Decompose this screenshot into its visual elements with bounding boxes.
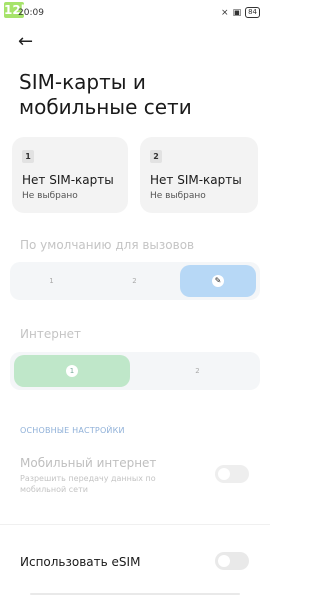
sim-name: Нет SIM-карты — [22, 173, 114, 187]
internet-option-sim1: 1 — [66, 365, 78, 377]
status-icons: ⨯ ▣ 84 — [221, 7, 260, 18]
sim-card-2[interactable]: 2 Нет SIM-карты Не выбрано — [140, 137, 258, 213]
sim-slot-number: 2 — [150, 150, 162, 163]
mobile-internet-subtitle: Разрешить передачу данных по мобильной с… — [20, 474, 156, 494]
toggle-knob — [218, 555, 230, 567]
internet-selector: 1 2 — [10, 352, 260, 390]
section-basic-settings: ОСНОВНЫЕ НАСТРОЙКИ — [20, 426, 125, 435]
signal-muted-icon: ⨯ — [221, 7, 229, 18]
esim-toggle[interactable] — [215, 552, 249, 570]
calls-option-selected[interactable]: ✎ — [180, 265, 256, 297]
calls-default-selector: 1 2 ✎ — [10, 262, 260, 300]
toggle-knob — [218, 468, 230, 480]
divider — [0, 524, 270, 525]
mobile-internet-toggle[interactable] — [215, 465, 249, 483]
internet-option-sim2[interactable]: 2 — [135, 352, 260, 390]
sim-icon: ▣ — [232, 7, 242, 18]
sim-card-1[interactable]: 1 Нет SIM-карты Не выбрано — [12, 137, 128, 213]
internet-label: Интернет — [20, 327, 82, 341]
arrow-left-icon: ← — [18, 31, 34, 52]
internet-option-selected[interactable]: 1 — [14, 355, 130, 387]
calls-option-sim1[interactable]: 1 — [10, 262, 93, 300]
sim-status: Не выбрано — [22, 191, 78, 201]
mobile-internet-title: Мобильный интернет — [20, 456, 157, 470]
esim-label: Использовать eSIM — [20, 555, 141, 569]
sim-status: Не выбрано — [150, 191, 206, 201]
sim-slot-number: 1 — [22, 150, 34, 163]
edit-icon: ✎ — [212, 275, 224, 287]
calls-option-sim2[interactable]: 2 — [93, 262, 176, 300]
battery-icon: 84 — [245, 7, 260, 18]
home-indicator[interactable] — [30, 593, 240, 595]
status-bar: 12b 20:09 ⨯ ▣ 84 — [0, 0, 270, 26]
status-time: 20:09 — [18, 8, 44, 18]
sim-name: Нет SIM-карты — [150, 173, 242, 187]
page-title: SIM-карты и мобильные сети — [19, 70, 192, 119]
back-button[interactable]: ← — [18, 31, 38, 52]
calls-default-label: По умолчанию для вызовов — [20, 238, 195, 252]
